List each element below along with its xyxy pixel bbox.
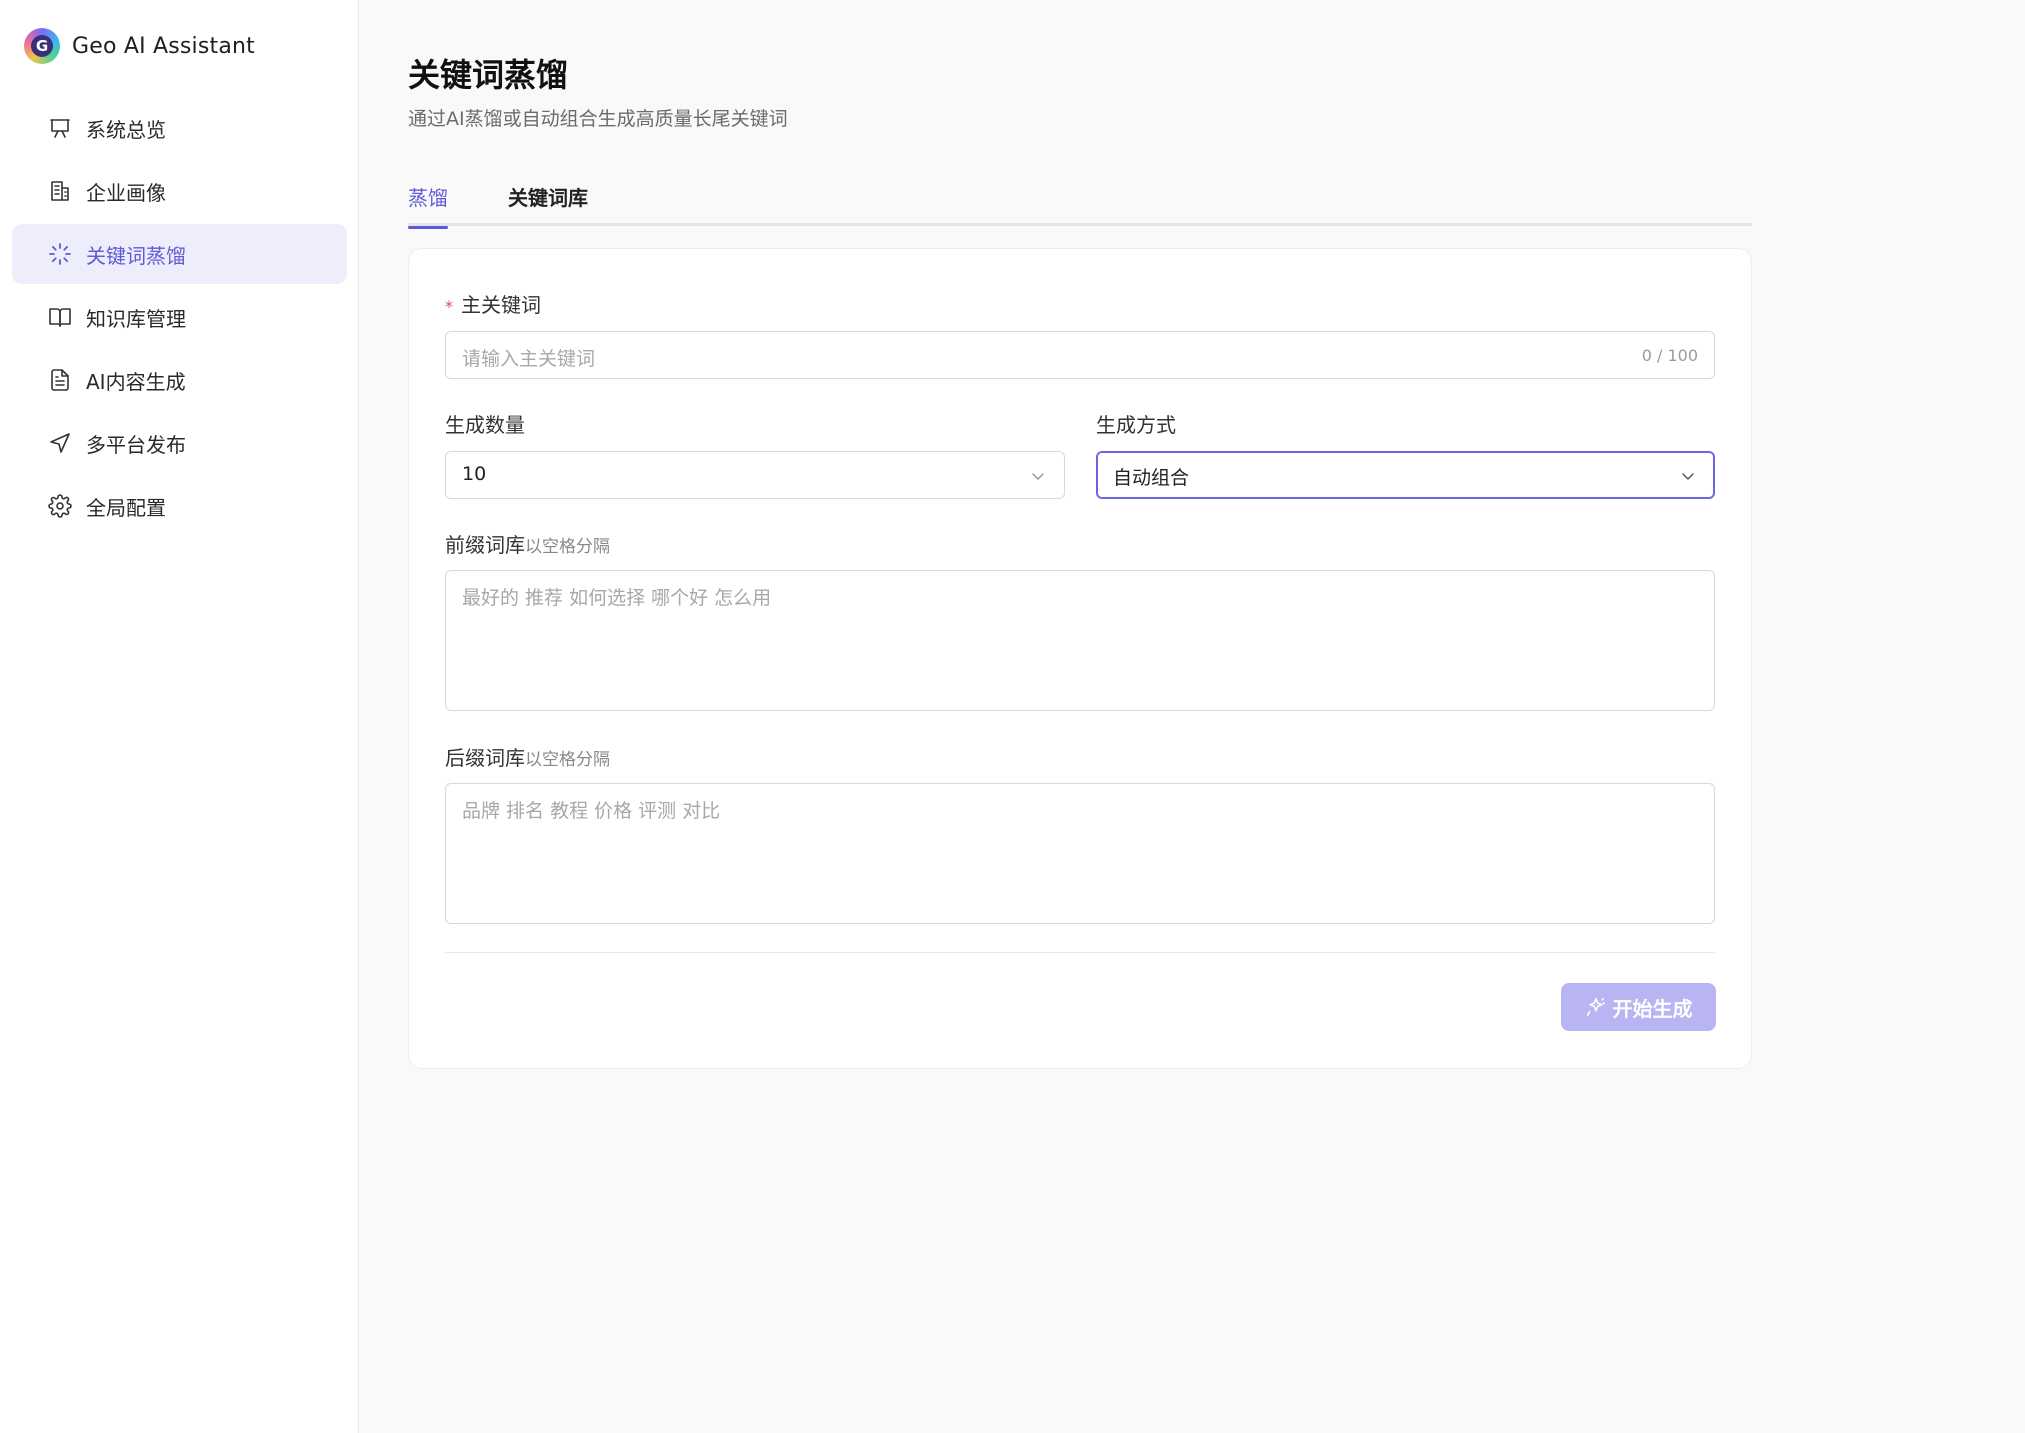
suffix-placeholder: 品牌 排名 教程 价格 评测 对比 (462, 800, 721, 822)
prefix-placeholder: 最好的 推荐 如何选择 哪个好 怎么用 (462, 587, 772, 609)
app-logo-icon (24, 28, 60, 64)
required-marker: * (445, 297, 453, 316)
page-subtitle: 通过AI蒸馏或自动组合生成高质量长尾关键词 (408, 108, 788, 130)
brand[interactable]: Geo AI Assistant (24, 28, 255, 64)
count-label: 生成数量 (445, 413, 525, 437)
method-select[interactable]: 自动组合 (1096, 451, 1715, 499)
sidebar-item-label: 多平台发布 (86, 432, 186, 457)
sidebar-item-keyword-distill[interactable]: 关键词蒸馏 (12, 224, 347, 284)
start-generate-label: 开始生成 (1612, 996, 1693, 1021)
count-value: 10 (462, 463, 487, 485)
main-keyword-placeholder: 请输入主关键词 (462, 348, 596, 370)
gear-icon (48, 494, 72, 518)
sidebar-item-company-profile[interactable]: 企业画像 (12, 161, 347, 221)
tab-distill[interactable]: 蒸馏 (408, 180, 448, 229)
chevron-down-icon (1032, 473, 1044, 480)
building-icon (48, 179, 72, 203)
main-keyword-label: * 主关键词 (445, 293, 541, 317)
distill-form-card: * 主关键词 请输入主关键词 0 / 100 生成数量 10 生成方式 自动组合 … (408, 248, 1752, 1069)
chevron-down-icon (1682, 473, 1694, 480)
document-icon (48, 368, 72, 392)
book-icon (48, 305, 72, 329)
count-select[interactable]: 10 (445, 451, 1065, 499)
page-title: 关键词蒸馏 (408, 56, 569, 94)
sidebar-item-multi-publish[interactable]: 多平台发布 (12, 413, 347, 473)
tab-keyword-library[interactable]: 关键词库 (508, 180, 588, 226)
suffix-label: 后缀词库以空格分隔 (445, 746, 610, 770)
sidebar: Geo AI Assistant 系统总览 企业画像 关键词蒸馏 知识库管理 (0, 0, 359, 1433)
form-divider (445, 952, 1715, 953)
sidebar-item-label: 全局配置 (86, 495, 166, 520)
tab-bar: 蒸馏 关键词库 (408, 180, 1752, 229)
sidebar-item-overview[interactable]: 系统总览 (12, 98, 347, 158)
sidebar-item-label: AI内容生成 (86, 369, 186, 394)
sidebar-item-label: 系统总览 (86, 117, 166, 142)
prefix-label: 前缀词库以空格分隔 (445, 533, 610, 557)
method-value: 自动组合 (1113, 467, 1190, 489)
app-name: Geo AI Assistant (72, 33, 255, 59)
prefix-hint: 以空格分隔 (525, 537, 610, 557)
sidebar-item-label: 企业画像 (86, 180, 166, 205)
sidebar-item-knowledge-base[interactable]: 知识库管理 (12, 287, 347, 347)
sidebar-item-label: 知识库管理 (86, 306, 186, 331)
sidebar-item-label: 关键词蒸馏 (86, 243, 186, 268)
prefix-textarea[interactable]: 最好的 推荐 如何选择 哪个好 怎么用 (445, 570, 1715, 711)
start-generate-button[interactable]: 开始生成 (1561, 983, 1716, 1031)
main-keyword-input[interactable]: 请输入主关键词 0 / 100 (445, 331, 1715, 379)
loader-icon (48, 242, 72, 266)
char-counter: 0 / 100 (1641, 346, 1698, 365)
sidebar-item-ai-content[interactable]: AI内容生成 (12, 350, 347, 410)
suffix-hint: 以空格分隔 (525, 750, 610, 770)
send-icon (48, 431, 72, 455)
sidebar-item-global-config[interactable]: 全局配置 (12, 476, 347, 536)
sidebar-nav: 系统总览 企业画像 关键词蒸馏 知识库管理 AI内容生成 多平台发布 全局配置 (12, 98, 347, 539)
sparkle-icon (1586, 997, 1605, 1017)
method-label: 生成方式 (1096, 413, 1176, 437)
presentation-icon (48, 116, 72, 140)
suffix-textarea[interactable]: 品牌 排名 教程 价格 评测 对比 (445, 783, 1715, 924)
